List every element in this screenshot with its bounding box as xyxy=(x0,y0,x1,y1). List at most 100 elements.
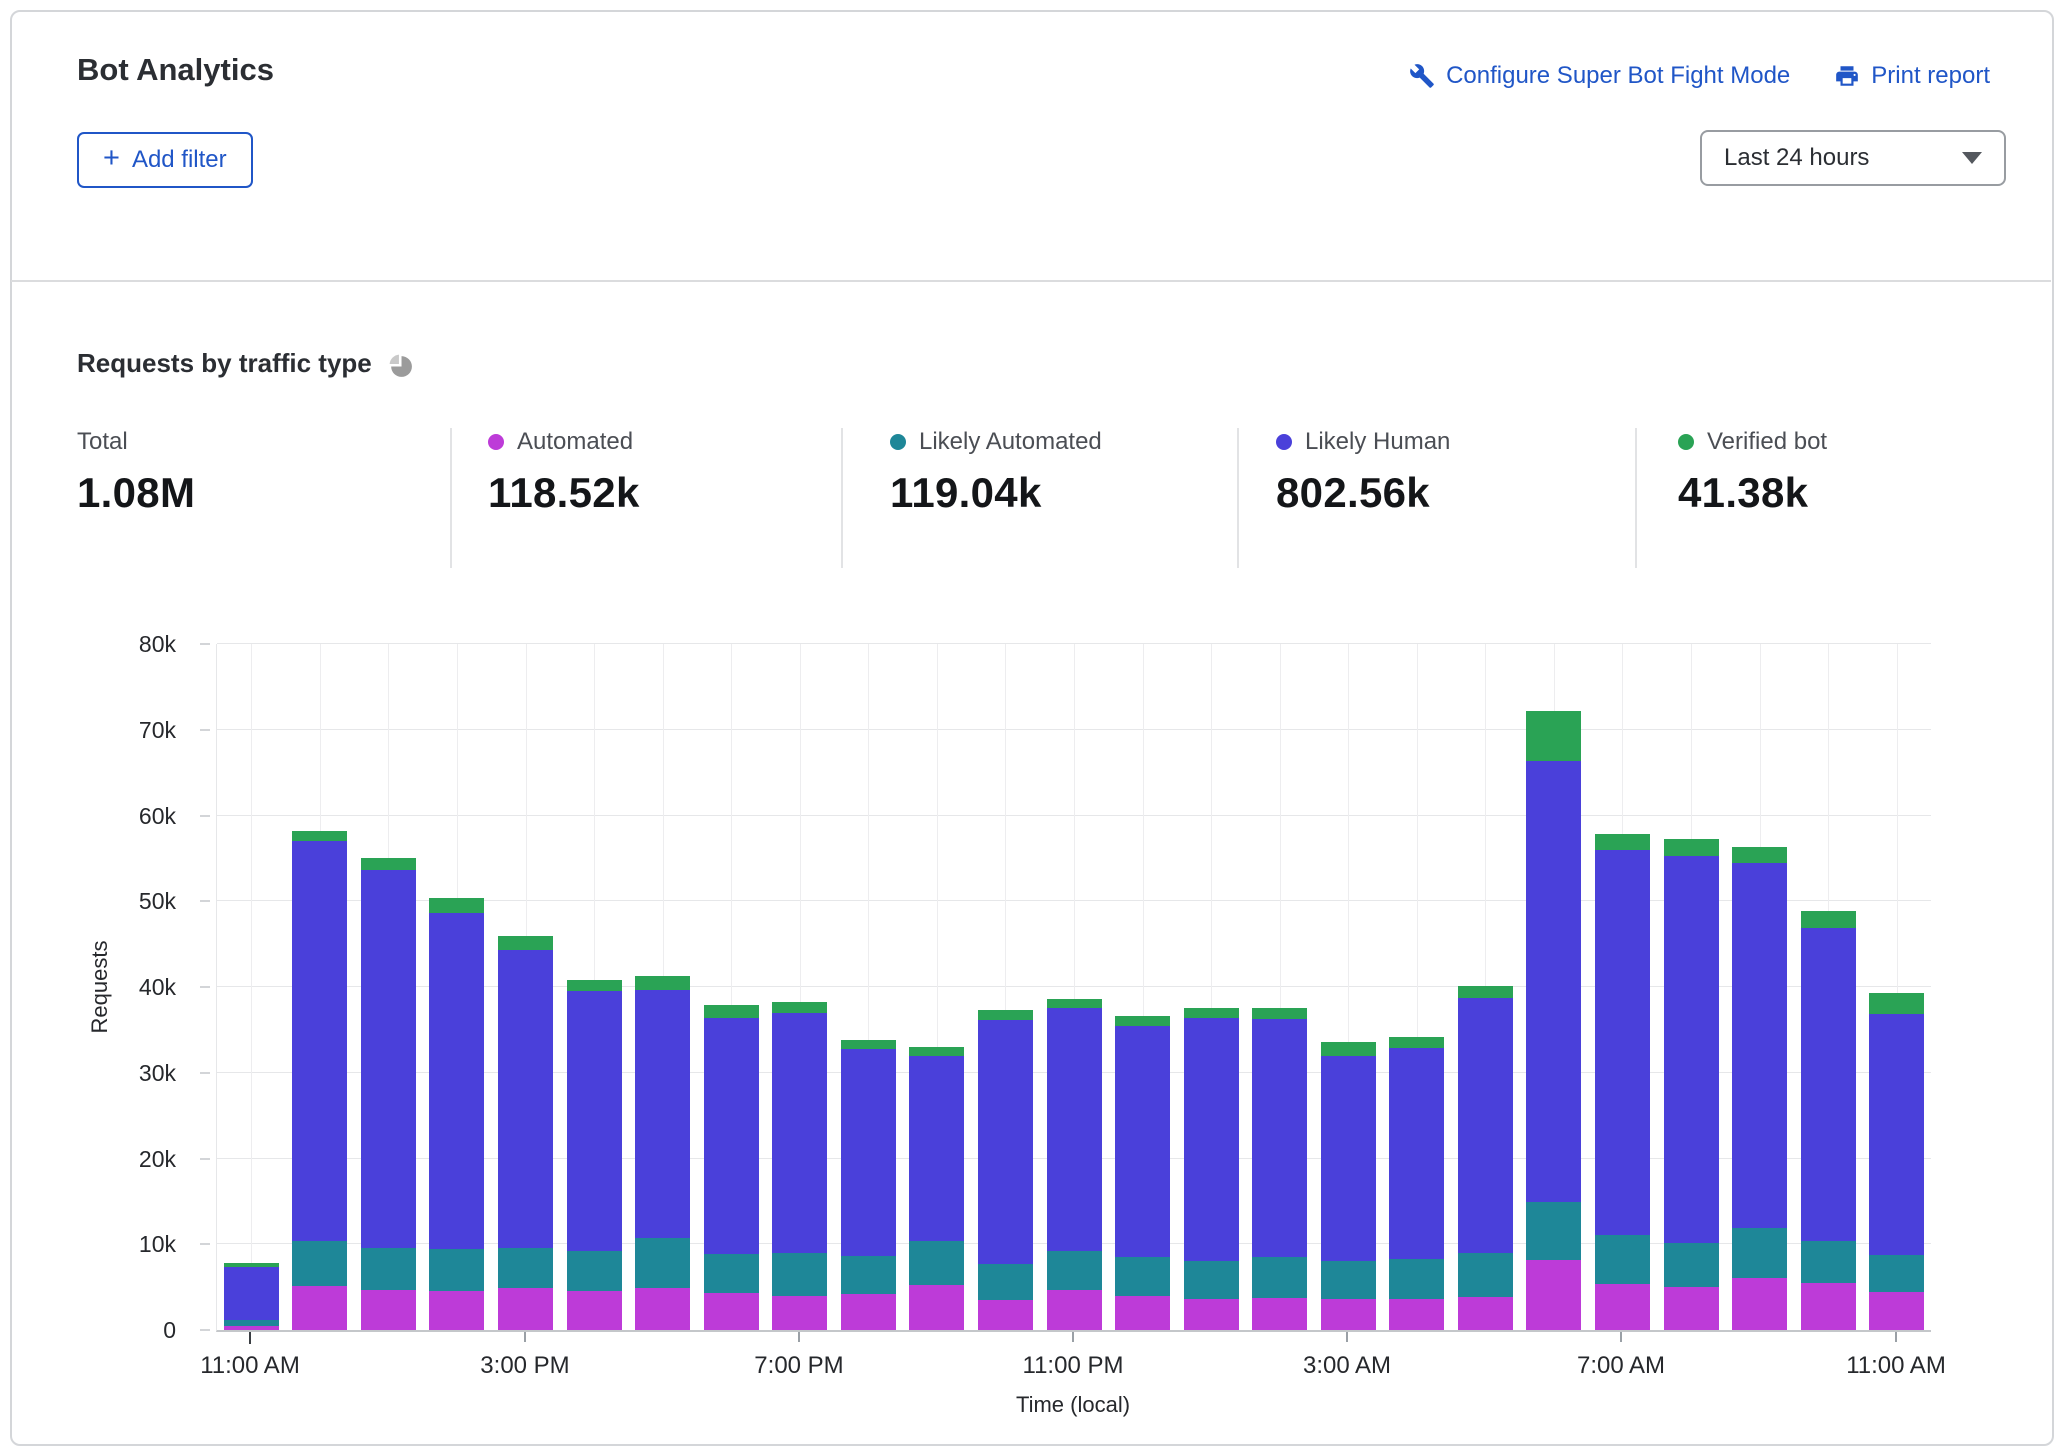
likely-automated-segment[interactable] xyxy=(841,1256,896,1294)
verified-bot-segment[interactable] xyxy=(635,976,690,990)
likely-human-segment[interactable] xyxy=(292,841,347,1241)
verified-bot-segment[interactable] xyxy=(498,936,553,950)
automated-segment[interactable] xyxy=(1252,1298,1307,1330)
bar-300pm[interactable] xyxy=(498,644,553,1330)
likely-human-segment[interactable] xyxy=(1732,863,1787,1228)
bar-100pm[interactable] xyxy=(361,644,416,1330)
verified-bot-segment[interactable] xyxy=(841,1040,896,1049)
bar-400am[interactable] xyxy=(1389,644,1444,1330)
likely-automated-segment[interactable] xyxy=(1869,1255,1924,1292)
likely-human-segment[interactable] xyxy=(1458,998,1513,1253)
bar-200pm[interactable] xyxy=(429,644,484,1330)
likely-human-segment[interactable] xyxy=(909,1056,964,1241)
likely-human-segment[interactable] xyxy=(1595,850,1650,1235)
likely-automated-segment[interactable] xyxy=(224,1320,279,1326)
verified-bot-segment[interactable] xyxy=(704,1005,759,1018)
bar-1200pm[interactable] xyxy=(292,644,347,1330)
likely-human-segment[interactable] xyxy=(704,1018,759,1254)
automated-segment[interactable] xyxy=(1869,1292,1924,1330)
bar-1200am[interactable] xyxy=(1115,644,1170,1330)
likely-automated-segment[interactable] xyxy=(704,1254,759,1293)
print-report-link[interactable]: Print report xyxy=(1834,62,1990,90)
verified-bot-segment[interactable] xyxy=(1321,1042,1376,1057)
verified-bot-segment[interactable] xyxy=(429,898,484,913)
automated-segment[interactable] xyxy=(1458,1297,1513,1330)
likely-automated-segment[interactable] xyxy=(635,1238,690,1288)
likely-automated-segment[interactable] xyxy=(1664,1243,1719,1288)
likely-human-segment[interactable] xyxy=(1664,856,1719,1243)
likely-human-segment[interactable] xyxy=(567,991,622,1251)
likely-automated-segment[interactable] xyxy=(361,1248,416,1290)
verified-bot-segment[interactable] xyxy=(772,1002,827,1012)
likely-automated-segment[interactable] xyxy=(1458,1253,1513,1297)
likely-human-segment[interactable] xyxy=(841,1049,896,1257)
likely-human-segment[interactable] xyxy=(429,913,484,1249)
bar-400pm[interactable] xyxy=(567,644,622,1330)
automated-segment[interactable] xyxy=(635,1288,690,1330)
likely-human-segment[interactable] xyxy=(635,990,690,1239)
stat-likely-automated[interactable]: Likely Automated 119.04k xyxy=(890,428,1102,517)
verified-bot-segment[interactable] xyxy=(567,980,622,991)
likely-human-segment[interactable] xyxy=(1047,1008,1102,1252)
likely-automated-segment[interactable] xyxy=(1732,1228,1787,1278)
automated-segment[interactable] xyxy=(1801,1283,1856,1330)
bar-500am[interactable] xyxy=(1458,644,1513,1330)
automated-segment[interactable] xyxy=(978,1300,1033,1330)
bar-600am[interactable] xyxy=(1526,644,1581,1330)
bar-500pm[interactable] xyxy=(635,644,690,1330)
verified-bot-segment[interactable] xyxy=(1184,1008,1239,1018)
automated-segment[interactable] xyxy=(1595,1284,1650,1330)
likely-human-segment[interactable] xyxy=(224,1267,279,1320)
verified-bot-segment[interactable] xyxy=(1664,839,1719,856)
automated-segment[interactable] xyxy=(1526,1260,1581,1330)
likely-automated-segment[interactable] xyxy=(909,1241,964,1286)
likely-automated-segment[interactable] xyxy=(498,1248,553,1288)
likely-automated-segment[interactable] xyxy=(292,1241,347,1286)
bar-200am[interactable] xyxy=(1252,644,1307,1330)
verified-bot-segment[interactable] xyxy=(1869,993,1924,1014)
automated-segment[interactable] xyxy=(1184,1299,1239,1330)
bar-1100pm[interactable] xyxy=(1047,644,1102,1330)
time-range-select[interactable]: Last 24 hours xyxy=(1700,130,2006,186)
likely-automated-segment[interactable] xyxy=(429,1249,484,1291)
stat-verified-bot[interactable]: Verified bot 41.38k xyxy=(1678,428,1827,517)
likely-automated-segment[interactable] xyxy=(1801,1241,1856,1283)
automated-segment[interactable] xyxy=(1732,1278,1787,1330)
bar-900pm[interactable] xyxy=(909,644,964,1330)
likely-human-segment[interactable] xyxy=(772,1013,827,1253)
bar-800am[interactable] xyxy=(1664,644,1719,1330)
likely-automated-segment[interactable] xyxy=(978,1264,1033,1300)
automated-segment[interactable] xyxy=(292,1286,347,1330)
verified-bot-segment[interactable] xyxy=(1047,999,1102,1008)
verified-bot-segment[interactable] xyxy=(1252,1008,1307,1018)
likely-human-segment[interactable] xyxy=(1869,1014,1924,1256)
bar-300am[interactable] xyxy=(1321,644,1376,1330)
likely-automated-segment[interactable] xyxy=(1252,1257,1307,1298)
bar-900am[interactable] xyxy=(1732,644,1787,1330)
likely-automated-segment[interactable] xyxy=(1321,1261,1376,1299)
verified-bot-segment[interactable] xyxy=(1115,1016,1170,1025)
automated-segment[interactable] xyxy=(224,1326,279,1330)
automated-segment[interactable] xyxy=(841,1294,896,1330)
likely-human-segment[interactable] xyxy=(1801,928,1856,1241)
automated-segment[interactable] xyxy=(429,1291,484,1330)
likely-human-segment[interactable] xyxy=(1115,1026,1170,1258)
configure-super-bot-fight-mode-link[interactable]: Configure Super Bot Fight Mode xyxy=(1409,62,1790,90)
bar-600pm[interactable] xyxy=(704,644,759,1330)
likely-automated-segment[interactable] xyxy=(1115,1257,1170,1296)
likely-human-segment[interactable] xyxy=(1321,1056,1376,1261)
automated-segment[interactable] xyxy=(498,1288,553,1330)
likely-automated-segment[interactable] xyxy=(567,1251,622,1290)
verified-bot-segment[interactable] xyxy=(361,858,416,871)
automated-segment[interactable] xyxy=(567,1291,622,1330)
verified-bot-segment[interactable] xyxy=(1732,847,1787,862)
bar-1100am[interactable] xyxy=(1869,644,1924,1330)
likely-human-segment[interactable] xyxy=(498,950,553,1248)
verified-bot-segment[interactable] xyxy=(224,1263,279,1266)
bar-800pm[interactable] xyxy=(841,644,896,1330)
likely-human-segment[interactable] xyxy=(1252,1019,1307,1257)
verified-bot-segment[interactable] xyxy=(1801,911,1856,928)
automated-segment[interactable] xyxy=(1389,1299,1444,1330)
likely-automated-segment[interactable] xyxy=(1184,1261,1239,1299)
verified-bot-segment[interactable] xyxy=(978,1010,1033,1020)
